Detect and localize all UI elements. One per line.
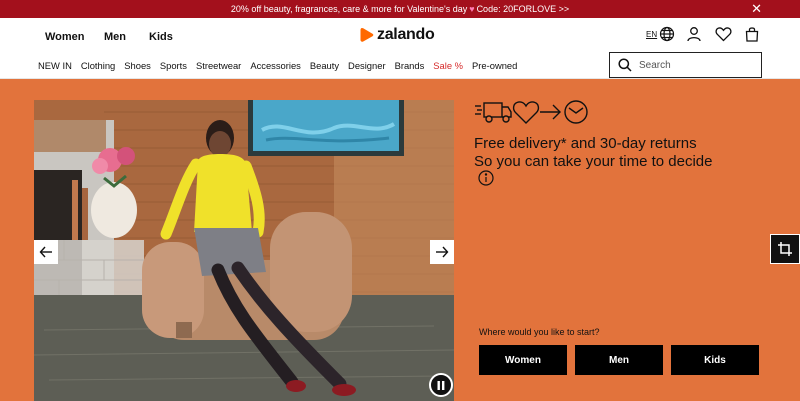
delivery-line-2: So you can take your time to decide <box>474 153 713 170</box>
promo-banner[interactable]: 20% off beauty, fragrances, care & more … <box>0 0 800 18</box>
nav-item-accessories[interactable]: Accessories <box>250 60 301 71</box>
close-icon[interactable]: ✕ <box>751 2 762 16</box>
logo-icon <box>360 28 374 42</box>
nav-item-clothing[interactable]: Clothing <box>81 60 115 71</box>
arrow-right-outline-icon <box>540 104 561 120</box>
category-nav: NEW IN Clothing Shoes Sports Streetwear … <box>0 52 800 79</box>
heart-icon: ♥ <box>469 4 475 14</box>
arrow-right-icon <box>436 246 449 258</box>
search-box[interactable] <box>609 52 762 78</box>
delivery-icons <box>474 96 594 133</box>
nav-item-streetwear[interactable]: Streetwear <box>196 60 241 71</box>
carousel-pause-button[interactable] <box>429 373 453 397</box>
gender-tab-kids[interactable]: Kids <box>149 31 173 43</box>
carousel-next-button[interactable] <box>430 240 454 264</box>
delivery-promise: Free delivery* and 30-day returns So you… <box>474 135 774 171</box>
shopping-bag-icon[interactable] <box>744 26 760 47</box>
nav-item-beauty[interactable]: Beauty <box>310 60 339 71</box>
wishlist-heart-icon[interactable] <box>715 26 732 47</box>
arrow-left-icon <box>39 246 52 258</box>
carousel-prev-button[interactable] <box>34 240 58 264</box>
return-check-icon <box>564 100 588 124</box>
pause-icon <box>437 380 445 390</box>
promo-text: 20% off beauty, fragrances, care & more … <box>230 4 468 14</box>
nav-item-sale[interactable]: Sale % <box>433 60 463 71</box>
delivery-truck-icon <box>475 102 512 123</box>
start-men-button[interactable]: Men <box>575 345 663 375</box>
start-women-button[interactable]: Women <box>479 345 567 375</box>
start-kids-button[interactable]: Kids <box>671 345 759 375</box>
gender-tab-women[interactable]: Women <box>45 31 85 43</box>
nav-item-designer[interactable]: Designer <box>348 60 386 71</box>
nav-item-shoes[interactable]: Shoes <box>124 60 151 71</box>
nav-item-pre-owned[interactable]: Pre-owned <box>472 60 517 71</box>
logo-text: zalando <box>377 26 435 43</box>
nav-item-new-in[interactable]: NEW IN <box>38 60 72 71</box>
start-prompt: Where would you like to start? <box>479 327 600 337</box>
language-selector[interactable]: EN <box>646 30 657 39</box>
nav-item-brands[interactable]: Brands <box>395 60 425 71</box>
heart-outline-icon <box>512 101 540 124</box>
globe-icon[interactable] <box>659 26 675 47</box>
crop-icon <box>778 242 792 256</box>
promo-code-text: Code: 20FORLOVE >> <box>476 4 570 14</box>
info-icon[interactable] <box>478 170 494 191</box>
search-input[interactable] <box>639 59 749 71</box>
gender-tab-men[interactable]: Men <box>104 31 126 43</box>
zalando-logo[interactable]: zalando <box>360 26 435 44</box>
delivery-line-1: Free delivery* and 30-day returns <box>474 135 697 152</box>
hero-photo <box>34 100 454 401</box>
site-header: Women Men Kids zalando EN <box>0 18 800 52</box>
crop-tool-button[interactable] <box>770 234 800 264</box>
hero-image <box>34 100 454 401</box>
search-icon <box>618 58 632 72</box>
category-list: NEW IN Clothing Shoes Sports Streetwear … <box>38 60 517 71</box>
user-account-icon[interactable] <box>686 26 702 47</box>
nav-item-sports[interactable]: Sports <box>160 60 187 71</box>
